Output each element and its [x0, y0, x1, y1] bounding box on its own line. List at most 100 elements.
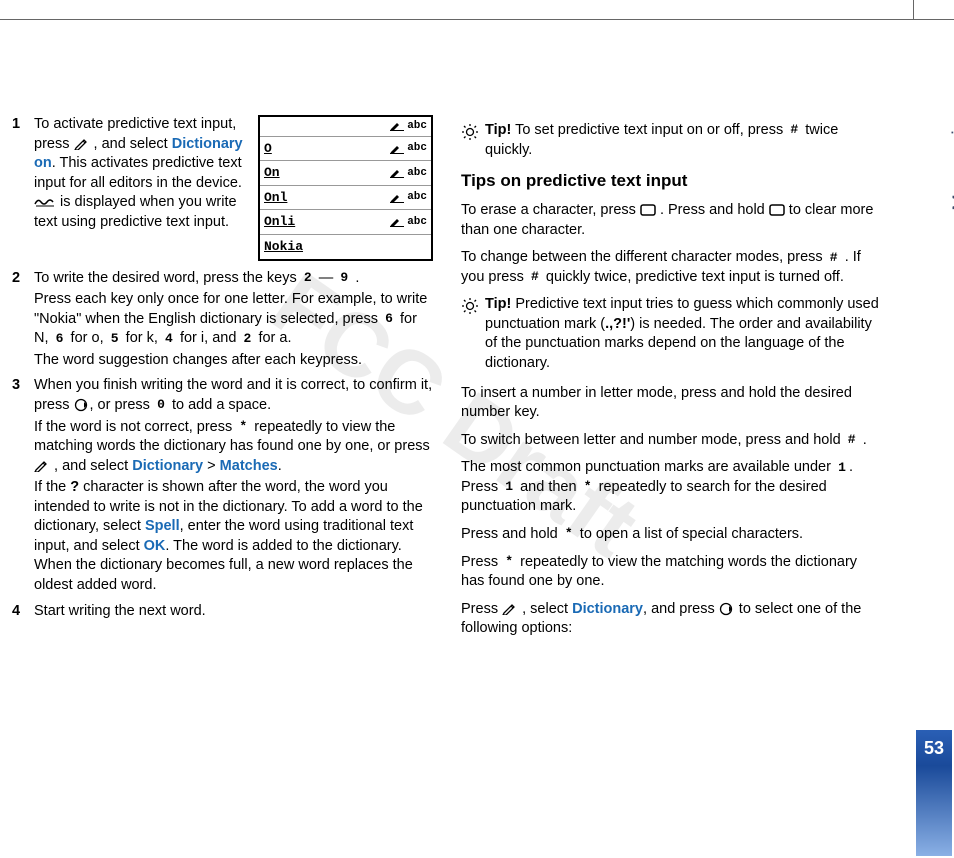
star-key-icon: *	[562, 525, 576, 543]
tip-label: Tip!	[485, 296, 511, 312]
key6-key-icon: 6	[382, 310, 396, 328]
star-key-icon: *	[502, 553, 516, 571]
keyword: OK	[144, 538, 166, 554]
bold-text: .,?!'	[605, 316, 630, 332]
sb-text: O	[264, 140, 272, 158]
sb-row: O abc	[260, 136, 431, 161]
pencil-indicator-icon	[390, 168, 404, 178]
clear-key-icon	[769, 203, 785, 217]
clear-key-icon	[640, 203, 656, 217]
wave-icon	[34, 197, 56, 207]
bold-text: ?	[70, 479, 79, 495]
hash-key-icon: #	[787, 121, 801, 139]
step-number: 4	[12, 602, 26, 624]
key6-key-icon: 6	[53, 330, 67, 348]
left-column: 1 abcO abcOn abcOnl abcOnli abcNokiaTo a…	[12, 115, 433, 647]
step-item: 1 abcO abcOn abcOnl abcOnli abcNokiaTo a…	[12, 115, 433, 265]
keyword: Dictionary on	[34, 136, 243, 172]
step-text: Press each key only once for one letter.…	[34, 290, 433, 349]
sb-row: Onl abc	[260, 185, 431, 210]
tip-icon	[461, 297, 479, 315]
step-text: If the word is not correct, press * repe…	[34, 418, 433, 477]
step-body: abcO abcOn abcOnl abcOnli abcNokiaTo act…	[34, 115, 433, 265]
keyword: Matches	[220, 458, 278, 474]
body-text: Press , select Dictionary, and press to …	[461, 600, 882, 639]
pencil-indicator-icon	[390, 144, 404, 154]
predictive-text-screenshot: abcO abcOn abcOnl abcOnli abcNokia	[258, 115, 433, 261]
top-rule	[0, 0, 954, 20]
steps-list: 1 abcO abcOn abcOnl abcOnli abcNokiaTo a…	[12, 115, 433, 623]
content-area: 1 abcO abcOn abcOnl abcOnli abcNokiaTo a…	[12, 115, 882, 647]
step-text: If the ? character is shown after the wo…	[34, 478, 433, 595]
key1-key-icon: 1	[835, 459, 849, 477]
tip-label: Tip!	[485, 122, 511, 138]
mode-indicator: abc	[390, 190, 427, 205]
nav-right-icon	[719, 602, 735, 616]
step-text: Start writing the next word.	[34, 602, 433, 622]
tip-text: Tip! To set predictive text input on or …	[485, 121, 882, 160]
step-item: 3When you finish writing the word and it…	[12, 376, 433, 597]
key4-key-icon: 4	[162, 330, 176, 348]
body-text: To insert a number in letter mode, press…	[461, 384, 882, 423]
mode-indicator: abc	[390, 141, 427, 156]
hash-key-icon: #	[845, 431, 859, 449]
sb-text: Nokia	[264, 238, 303, 256]
step-item: 4 Start writing the next word.	[12, 602, 433, 624]
page-number: 53	[916, 730, 952, 766]
step-item: 2To write the desired word, press the ke…	[12, 269, 433, 373]
nav-right-icon	[74, 398, 90, 412]
body-text: To erase a character, press . Press and …	[461, 201, 882, 240]
pencil-icon	[74, 138, 90, 150]
step-number: 3	[12, 376, 26, 597]
key2-key-icon: 2	[301, 269, 315, 287]
sb-row: Onli abc	[260, 209, 431, 234]
pencil-indicator-icon	[390, 193, 404, 203]
step-text: To write the desired word, press the key…	[34, 269, 433, 289]
step-body: When you finish writing the word and it …	[34, 376, 433, 597]
side-gradient	[916, 766, 952, 856]
body-text: The most common punctuation marks are av…	[461, 458, 882, 517]
keyword: Spell	[145, 518, 180, 534]
pencil-indicator-icon	[390, 121, 404, 131]
step-body: Start writing the next word.	[34, 602, 433, 624]
body-text: To change between the different characte…	[461, 248, 882, 287]
mode-indicator: abc	[390, 119, 427, 134]
mode-indicator: abc	[390, 166, 427, 181]
step-text: The word suggestion changes after each k…	[34, 351, 433, 371]
section-label: Messaging	[950, 105, 954, 211]
pencil-icon	[34, 460, 50, 472]
tip-text: Tip! Predictive text input tries to gues…	[485, 295, 882, 373]
pencil-indicator-icon	[390, 217, 404, 227]
right-column: Tip! To set predictive text input on or …	[461, 115, 882, 647]
star-key-icon: *	[236, 418, 250, 436]
key2-key-icon: 2	[240, 330, 254, 348]
key1-key-icon: 1	[502, 478, 516, 496]
tip-block: Tip! Predictive text input tries to gues…	[461, 295, 882, 373]
step-number: 2	[12, 269, 26, 373]
keyword: Dictionary	[572, 601, 643, 617]
tip-icon	[461, 123, 479, 141]
subheading: Tips on predictive text input	[461, 170, 882, 193]
sb-text: On	[264, 164, 280, 182]
step-number: 1	[12, 115, 26, 265]
body-text: Press * repeatedly to view the matching …	[461, 553, 882, 592]
sb-row: On abc	[260, 160, 431, 185]
sb-text: Onli	[264, 213, 295, 231]
body-text: Press and hold * to open a list of speci…	[461, 525, 882, 545]
step-text: When you finish writing the word and it …	[34, 376, 433, 415]
key0-key-icon: 0	[154, 396, 168, 414]
hash-key-icon: #	[528, 268, 542, 286]
sb-row: Nokia	[260, 234, 431, 259]
hash-key-icon: #	[827, 249, 841, 267]
sb-text: Onl	[264, 189, 287, 207]
sb-header: abc	[260, 117, 431, 136]
keyword: Dictionary	[132, 458, 203, 474]
body-text: To switch between letter and number mode…	[461, 431, 882, 451]
mode-indicator: abc	[390, 215, 427, 230]
step-body: To write the desired word, press the key…	[34, 269, 433, 373]
tip-block: Tip! To set predictive text input on or …	[461, 121, 882, 160]
key5-key-icon: 5	[108, 330, 122, 348]
key9-key-icon: 9	[337, 269, 351, 287]
star-key-icon: *	[581, 478, 595, 496]
pencil-icon	[502, 603, 518, 615]
